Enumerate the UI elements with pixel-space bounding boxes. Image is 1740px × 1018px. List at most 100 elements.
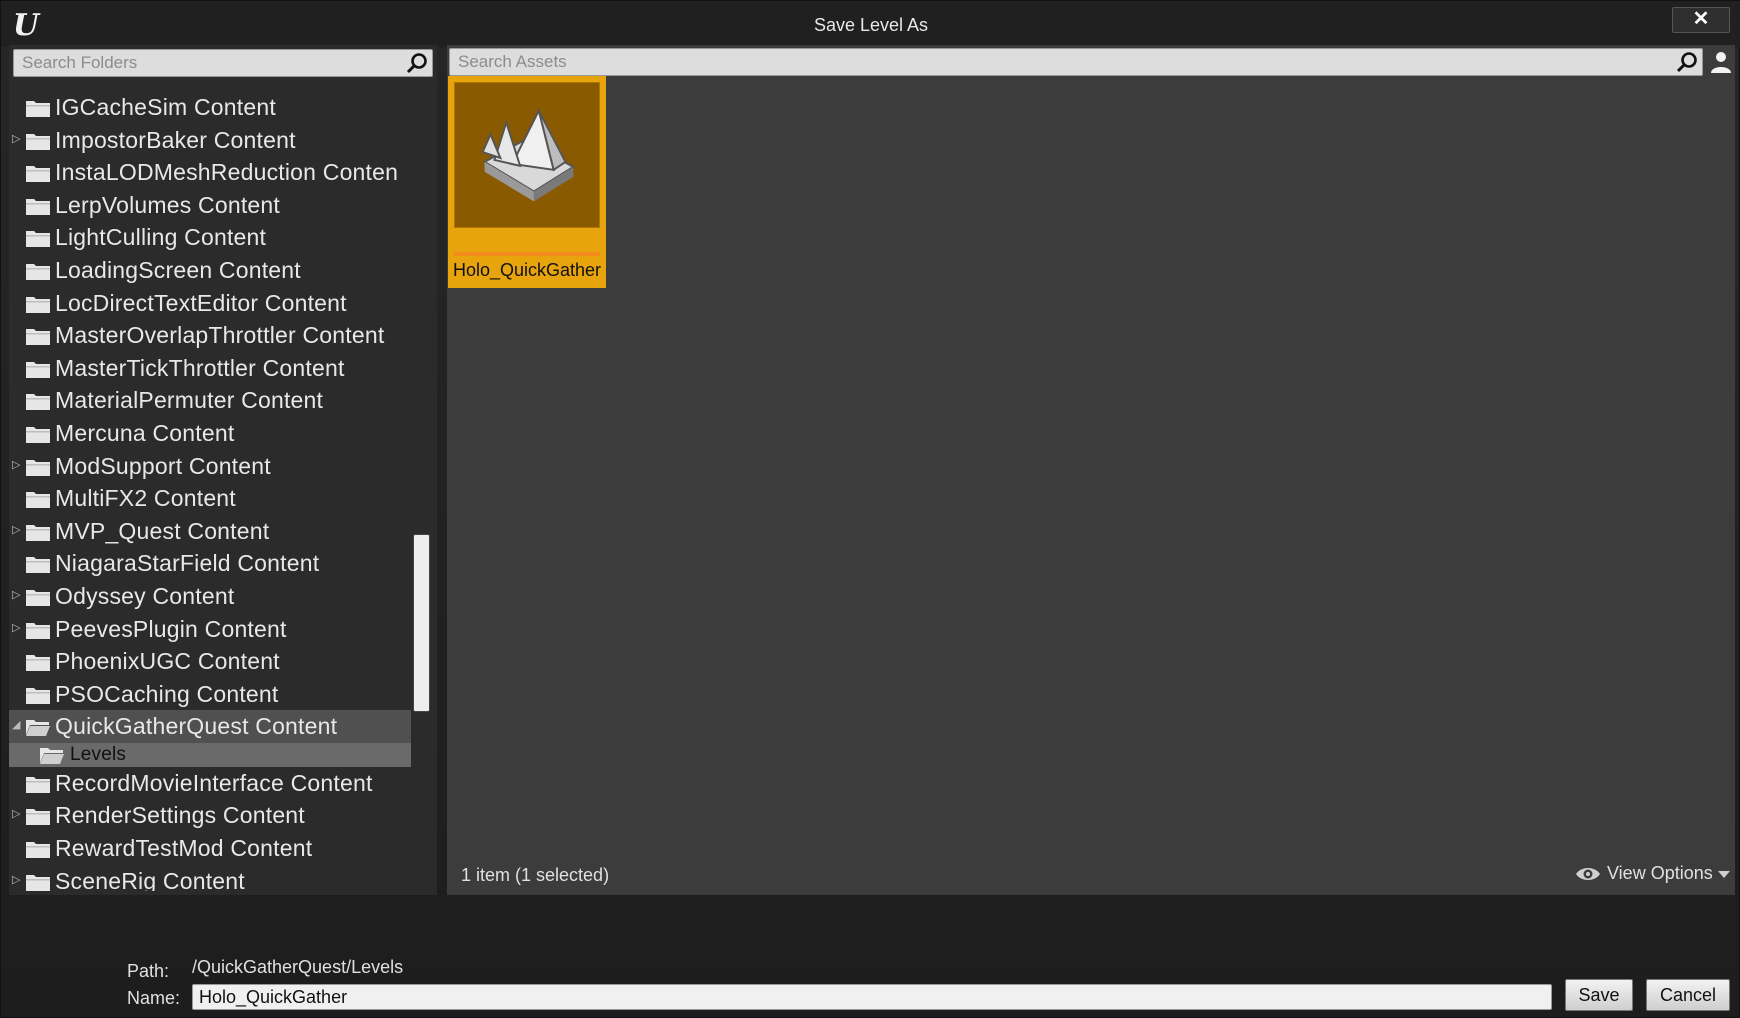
tree-item[interactable]: NiagaraStarField Content: [9, 547, 411, 580]
tree-item-label: IGCacheSim Content: [55, 94, 276, 120]
tree-item[interactable]: ▷ RenderSettings Content: [9, 799, 411, 832]
tree-item-label: LoadingScreen Content: [55, 256, 301, 283]
tree-item[interactable]: ▷ Odyssey Content: [9, 580, 411, 613]
asset-view-panel: Holo_QuickGather 1 item (1 selected) Vie…: [447, 45, 1735, 895]
tree-item[interactable]: IGCacheSim Content: [9, 91, 411, 124]
tree-item[interactable]: PhoenixUGC Content: [9, 645, 411, 678]
eye-icon: [1576, 867, 1600, 880]
folder-tree-panel: IGCacheSim Content ▷ImpostorBaker Content…: [9, 45, 437, 895]
tree-item[interactable]: MaterialPermuter Content: [9, 384, 411, 417]
tree-item[interactable]: RewardTestMod Content: [9, 832, 411, 865]
asset-thumbnail: [454, 82, 600, 228]
tree-item[interactable]: PSOCaching Content: [9, 678, 411, 711]
tree-item-label: InstaLODMeshReduction Conten: [55, 159, 399, 186]
asset-type-bar: [454, 252, 600, 256]
tree-item-label: LocDirectTextEditor Content: [55, 289, 347, 316]
tree-item[interactable]: ▷ PeevesPlugin Content: [9, 613, 411, 646]
folder-icon: [26, 263, 50, 280]
folder-icon: [26, 361, 50, 378]
folder-icon: [26, 296, 50, 313]
tree-item-label: LerpVolumes Content: [55, 191, 280, 218]
search-icon[interactable]: [1676, 51, 1698, 73]
tree-item-label: MasterOverlapThrottler Content: [55, 322, 385, 349]
tree-item-label: ImpostorBaker Content: [55, 126, 296, 153]
tree-item-label: RenderSettings Content: [55, 802, 305, 829]
folder-icon: [26, 655, 50, 672]
tree-item[interactable]: ▷ ModSupport Content: [9, 450, 411, 483]
search-icon[interactable]: [406, 52, 428, 74]
folder-icon: [26, 492, 50, 509]
folder-icon: [26, 231, 50, 248]
folder-icon: [26, 809, 50, 826]
tree-item[interactable]: InstaLODMeshReduction Conten: [9, 156, 411, 189]
tree-item[interactable]: ▷ MVP_Quest Content: [9, 515, 411, 548]
view-options-button[interactable]: View Options: [1575, 863, 1731, 884]
tree-item[interactable]: LoadingScreen Content: [9, 254, 411, 287]
asset-name: Holo_QuickGather: [452, 260, 602, 280]
folder-icon: [26, 166, 50, 183]
tree-item-child[interactable]: Levels: [9, 742, 411, 767]
title-bar[interactable]: U Save Level As ✕: [1, 1, 1740, 47]
search-folders-box[interactable]: [13, 49, 433, 77]
tree-item[interactable]: MultiFX2 Content: [9, 482, 411, 515]
folder-icon: [26, 133, 50, 150]
tree-item-label: LightCulling Content: [55, 224, 267, 251]
chevron-down-icon: [1717, 870, 1730, 878]
window-title: Save Level As: [813, 15, 929, 35]
tree-item[interactable]: LocDirectTextEditor Content: [9, 287, 411, 320]
tree-item-label: MasterTickThrottler Content: [55, 354, 345, 381]
search-assets-box[interactable]: [449, 48, 1703, 76]
tree-item-label: PSOCaching Content: [55, 680, 279, 707]
name-input[interactable]: [193, 985, 1551, 1009]
folder-icon: [26, 198, 50, 215]
folder-icon: [26, 557, 50, 574]
level-map-icon: [481, 107, 576, 202]
asset-tile[interactable]: Holo_QuickGather: [448, 76, 606, 288]
tree-item[interactable]: ▷ ImpostorBaker Content: [9, 124, 411, 157]
tree-item-label: Mercuna Content: [55, 419, 235, 446]
tree-item[interactable]: LerpVolumes Content: [9, 189, 411, 222]
cancel-button[interactable]: Cancel: [1646, 979, 1730, 1011]
tree-item[interactable]: MasterOverlapThrottler Content: [9, 319, 411, 352]
close-button[interactable]: ✕: [1672, 7, 1730, 33]
search-folders-input[interactable]: [14, 50, 432, 76]
tree-item-label: NiagaraStarField Content: [55, 550, 320, 577]
user-filter-icon[interactable]: [1709, 50, 1733, 74]
folder-icon: [26, 329, 50, 346]
tree-item[interactable]: ◢ QuickGatherQuest Content: [9, 710, 411, 743]
save-button[interactable]: Save: [1565, 979, 1633, 1011]
folder-icon: [26, 776, 50, 793]
folder-icon: [26, 874, 50, 891]
close-icon: ✕: [1692, 8, 1710, 30]
folder-icon: [26, 426, 50, 443]
search-assets-input[interactable]: [450, 49, 1702, 75]
folder-icon: [26, 459, 50, 476]
folder-scrollbar-thumb[interactable]: [413, 534, 430, 712]
tree-item-label: MVP_Quest Content: [55, 517, 270, 544]
tree-item-label: RecordMovieInterface Content: [55, 769, 373, 796]
folder-open-icon: [40, 747, 64, 764]
name-label: Name:: [127, 988, 181, 1008]
tree-item-label: Odyssey Content: [55, 582, 235, 609]
path-value: /QuickGatherQuest/Levels: [192, 957, 404, 977]
tree-item-label: PhoenixUGC Content: [55, 648, 280, 675]
view-options-label: View Options: [1607, 863, 1713, 883]
folder-icon: [26, 524, 50, 541]
tree-item[interactable]: MasterTickThrottler Content: [9, 352, 411, 385]
folder-icon: [26, 622, 50, 639]
tree-item-label: RewardTestMod Content: [55, 835, 313, 862]
name-field[interactable]: [192, 984, 1552, 1010]
path-label: Path:: [127, 961, 170, 981]
tree-item-label: SceneRig Content: [55, 867, 245, 891]
save-level-dialog: U Save Level As ✕ IGCacheSim Content ▷Imp…: [0, 0, 1740, 1018]
folder-list: IGCacheSim Content ▷ ImpostorBaker Content…: [9, 91, 423, 891]
tree-item[interactable]: RecordMovieInterface Content: [9, 767, 411, 800]
folder-icon: [26, 101, 50, 117]
tree-item[interactable]: Mercuna Content: [9, 417, 411, 450]
tree-item[interactable]: LightCulling Content: [9, 221, 411, 254]
folder-open-icon: [26, 720, 50, 737]
tree-item-label: MultiFX2 Content: [55, 485, 236, 512]
tree-item[interactable]: ▷ SceneRig Content: [9, 865, 411, 891]
folder-icon: [26, 589, 50, 606]
folder-icon: [26, 394, 50, 411]
